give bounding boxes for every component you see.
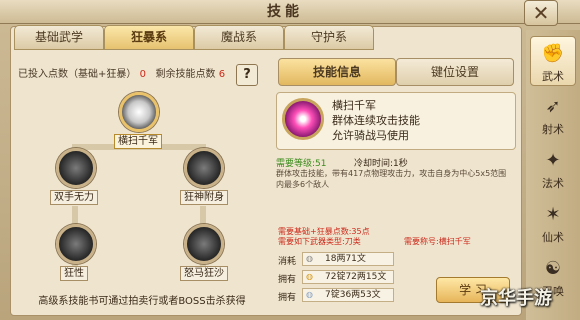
required-title: 需要称号:横扫千军 <box>404 237 471 246</box>
owned-label: 拥有 <box>278 275 297 285</box>
invested-value: 0 <box>139 69 146 80</box>
skill-node-label: 怒马狂沙 <box>180 266 228 281</box>
flame-icon: ✦ <box>545 150 561 171</box>
window-title: 技能 <box>267 4 303 20</box>
tab-keybind[interactable]: 键位设置 <box>396 58 514 86</box>
help-button[interactable]: ? <box>236 64 258 86</box>
sidebar-item-label: 法术 <box>542 177 564 190</box>
sidebar-item-label: 武术 <box>542 70 564 83</box>
star-icon: ✶ <box>545 204 561 225</box>
tab-berserk[interactable]: 狂暴系 <box>104 25 194 50</box>
skill-window: 技能 ✕ 基础武学 狂暴系 魔战系 守护系 已投入点数（基础+狂暴） 0 剩余技… <box>0 0 580 320</box>
remaining-value: 6 <box>218 69 226 80</box>
required-weapon: 需要如下武器类型:刀类 <box>278 237 361 246</box>
invested-label: 已投入点数（基础+狂暴） <box>18 69 137 80</box>
skill-node-frenzy[interactable] <box>56 224 96 264</box>
remaining-label: 剩余技能点数 <box>155 69 216 80</box>
points-info: 已投入点数（基础+狂暴） 0 剩余技能点数 6 <box>18 68 225 82</box>
skill-icon-sweep <box>282 98 324 140</box>
skill-name: 横扫千军 <box>332 99 376 112</box>
cost-label: 消耗 <box>278 257 297 267</box>
skill-header-text: 横扫千军 群体连续攻击技能 允许骑战马使用 <box>332 98 420 143</box>
skill-node-horse-sand[interactable] <box>184 224 224 264</box>
tab-guardian[interactable]: 守护系 <box>284 25 374 50</box>
watermark-logo: 京华手游 <box>480 288 552 309</box>
sidebar-item-magic[interactable]: ✦ 法术 <box>530 144 576 194</box>
owned-value: 7锭36两53文 <box>302 288 394 302</box>
skill-desc-2: 允许骑战马使用 <box>332 129 409 142</box>
skill-desc-1: 群体连续攻击技能 <box>332 114 420 127</box>
owned-value: 72锭72两15文 <box>302 270 394 284</box>
close-button[interactable]: ✕ <box>524 0 558 26</box>
skill-node-label: 狂神附身 <box>180 190 228 205</box>
skill-detail-panel: 技能信息 键位设置 横扫千军 群体连续攻击技能 允许骑战马使用 需要等级:51 … <box>272 58 518 314</box>
fist-icon: ✊ <box>541 43 565 64</box>
tree-footer-note: 高级系技能书可通过拍卖行或者BOSS击杀获得 <box>38 296 246 307</box>
skill-tree-panel: 已投入点数（基础+狂暴） 0 剩余技能点数 6 ? 横扫千军 双手无力 狂神附身… <box>14 58 264 314</box>
sidebar-item-immortal[interactable]: ✶ 仙术 <box>530 198 576 248</box>
summon-icon: ☯ <box>544 258 562 279</box>
gold-ingot-icon: ◍ <box>306 272 313 281</box>
skill-node-weak-hands[interactable] <box>56 148 96 188</box>
coin-icon: ◍ <box>306 254 313 263</box>
tab-magic-battle[interactable]: 魔战系 <box>194 25 284 50</box>
skill-node-sweep[interactable] <box>119 92 159 132</box>
sidebar-item-archery[interactable]: ➶ 射术 <box>530 90 576 140</box>
skill-node-label: 双手无力 <box>50 190 98 205</box>
sidebar-item-label: 射术 <box>542 123 564 136</box>
skill-details: 群体攻击技能，带有417点物理攻击力，攻击自身为中心5x5范围内最多6个敌人 <box>276 169 507 189</box>
owned-label: 拥有 <box>278 293 297 303</box>
skill-node-label: 横扫千军 <box>114 134 162 149</box>
bow-icon: ➶ <box>545 96 561 117</box>
silver-ingot-icon: ◍ <box>306 290 313 299</box>
skill-node-god-possession[interactable] <box>184 148 224 188</box>
cost-value: 18两71文 <box>302 252 394 266</box>
tab-skill-info[interactable]: 技能信息 <box>278 58 396 86</box>
sidebar-item-martial[interactable]: ✊ 武术 <box>530 36 576 86</box>
skill-node-label: 狂性 <box>60 266 88 281</box>
tab-basic[interactable]: 基础武学 <box>14 25 104 50</box>
sidebar-item-label: 仙术 <box>542 231 564 244</box>
category-sidebar: ✊ 武术 ➶ 射术 ✦ 法术 ✶ 仙术 ☯ 召唤 <box>526 30 580 320</box>
